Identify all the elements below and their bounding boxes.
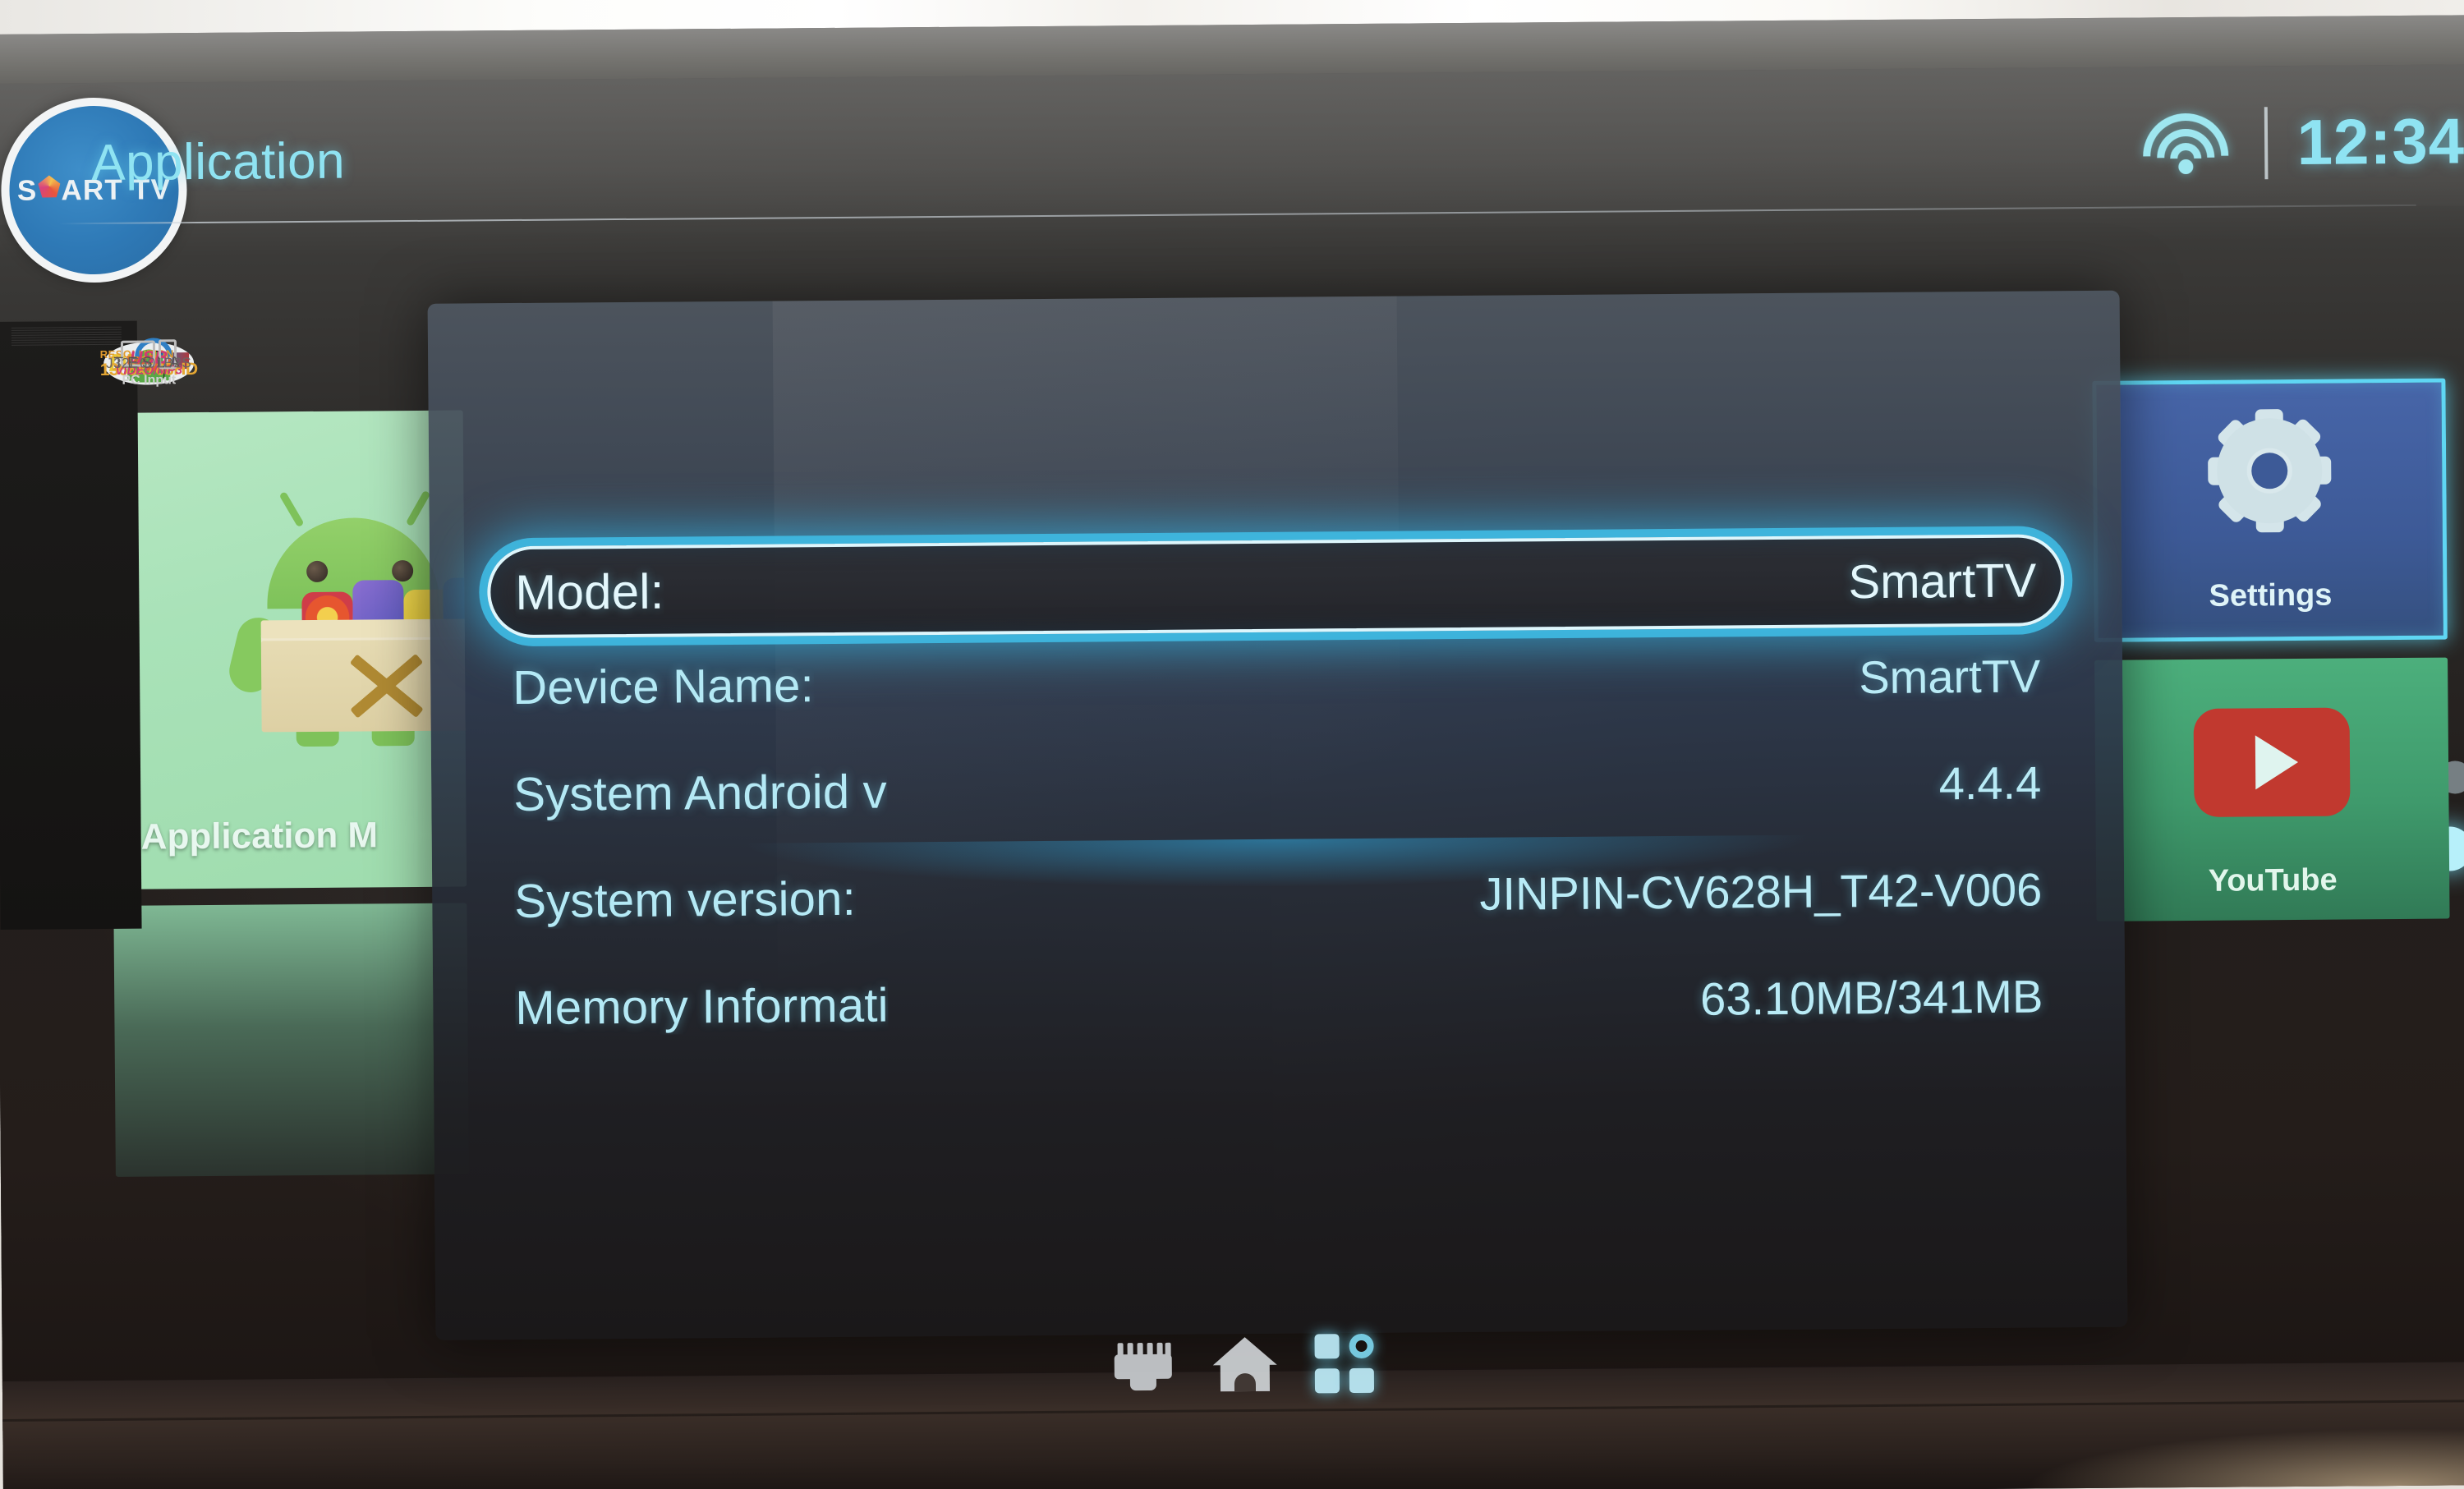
apps-grid-icon[interactable] xyxy=(1314,1333,1375,1394)
spec-sticker: HD ready DVB HDMI WiFi RESOLUTION 1366x7… xyxy=(0,320,198,930)
info-row-android-version[interactable]: System Android v 4.4.4 xyxy=(513,744,2042,832)
gear-icon xyxy=(2208,409,2332,533)
info-row-device-name[interactable]: Device Name: SmartTV xyxy=(513,637,2041,725)
info-row-label: Model: xyxy=(515,563,664,620)
logo-text-pre: S xyxy=(16,174,38,207)
bezel-glare xyxy=(2023,1427,2464,1489)
info-row-value: JINPIN-CV628H_T42-V006 xyxy=(1479,862,2043,920)
wifi-icon xyxy=(2135,108,2235,179)
device-info-list: Model: SmartTV Device Name: SmartTV Syst… xyxy=(428,291,2120,1035)
app-header-bar: S ART TV Application 12:34 xyxy=(0,64,2464,283)
android-toolbox-icon xyxy=(209,489,467,765)
tile-caption: Application M xyxy=(140,815,379,857)
info-row-label: System version: xyxy=(514,871,857,928)
info-row-model[interactable]: Model: SmartTV xyxy=(486,534,2065,639)
clock-label: 12:34 xyxy=(2296,104,2464,178)
logo-spark-icon xyxy=(38,175,60,197)
tv-screen: SART TV Application 12:34 HD ready DVB xyxy=(0,64,2464,1431)
info-row-memory[interactable]: Memory Informati 63.10MB/341MB xyxy=(515,958,2043,1046)
home-icon[interactable] xyxy=(1212,1336,1278,1392)
info-row-label: Device Name: xyxy=(513,658,815,715)
tile-secondary-row[interactable] xyxy=(113,903,469,1177)
info-row-label: System Android v xyxy=(513,764,888,821)
youtube-play-icon xyxy=(2193,707,2351,817)
tv-model-number: J32E601B2S xyxy=(105,355,192,371)
status-divider xyxy=(2264,106,2268,179)
bottom-navigation-bar xyxy=(2,1309,2464,1419)
back-icon[interactable] xyxy=(1111,1340,1175,1391)
tile-caption: YouTube xyxy=(2208,862,2338,898)
television-set: SART TV Application 12:34 HD ready DVB xyxy=(0,15,2464,1489)
tile-youtube[interactable]: YouTube xyxy=(2094,657,2450,921)
status-area: 12:34 xyxy=(2135,103,2464,181)
info-row-value: 63.10MB/341MB xyxy=(1699,969,2043,1025)
info-row-value: 4.4.4 xyxy=(1938,756,2042,809)
tile-caption: Settings xyxy=(2209,577,2333,614)
info-row-value: SmartTV xyxy=(1848,553,2037,609)
info-row-label: Memory Informati xyxy=(515,977,889,1035)
page-title: Application xyxy=(90,132,346,192)
info-row-system-version[interactable]: System version: JINPIN-CV628H_T42-V006 xyxy=(514,851,2043,939)
tile-settings[interactable]: Settings xyxy=(2092,378,2448,642)
tile-application-manager[interactable]: Application M xyxy=(109,410,467,889)
info-row-value: SmartTV xyxy=(1859,649,2041,703)
device-info-dialog: Model: SmartTV Device Name: SmartTV Syst… xyxy=(427,290,2128,1340)
tv-photograph: SART TV Application 12:34 HD ready DVB xyxy=(0,0,2464,1489)
